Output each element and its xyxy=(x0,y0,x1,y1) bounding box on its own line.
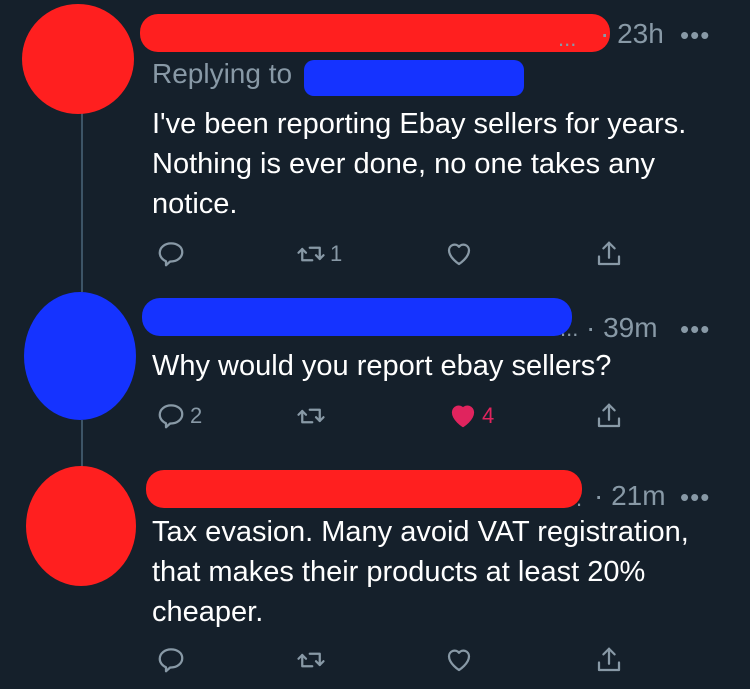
tweet-actions: 2 4 xyxy=(152,398,632,434)
retweet-icon xyxy=(297,652,325,668)
name-overflow-dots: ... xyxy=(560,316,579,341)
like-button[interactable] xyxy=(444,236,478,272)
like-icon-filled xyxy=(451,405,475,428)
reply-button[interactable] xyxy=(156,236,190,272)
like-icon xyxy=(447,243,471,266)
reply-count: 2 xyxy=(190,403,203,428)
retweet-button[interactable] xyxy=(296,642,330,678)
like-icon xyxy=(447,649,471,672)
like-button[interactable]: 4 xyxy=(448,398,494,434)
timestamp[interactable]: · 21m xyxy=(594,480,666,512)
reply-icon xyxy=(158,404,184,429)
share-icon xyxy=(597,403,621,428)
share-icon xyxy=(597,241,621,266)
more-icon[interactable]: ••• xyxy=(680,20,710,51)
avatar[interactable] xyxy=(24,292,136,420)
tweet-actions: 1 xyxy=(152,236,632,272)
avatar[interactable] xyxy=(26,466,136,586)
reply-button[interactable]: 2 xyxy=(156,398,202,434)
name-overflow-dots: ... xyxy=(558,26,577,51)
share-icon xyxy=(597,647,621,672)
retweet-icon xyxy=(297,246,325,262)
tweet-text: I've been reporting Ebay sellers for yea… xyxy=(152,108,687,220)
tweet[interactable]: ... · 39m ••• Why would you report ebay … xyxy=(0,290,750,450)
more-icon[interactable]: ••• xyxy=(680,314,710,345)
more-icon[interactable]: ••• xyxy=(680,482,710,513)
reply-button[interactable] xyxy=(156,642,190,678)
retweet-count: 1 xyxy=(330,241,343,266)
tweet-actions xyxy=(152,642,632,678)
retweet-button[interactable]: 1 xyxy=(296,236,342,272)
name-overflow-dots: . xyxy=(576,486,583,511)
share-button[interactable] xyxy=(594,642,624,678)
share-button[interactable] xyxy=(594,398,624,434)
redacted-display-name[interactable] xyxy=(140,14,610,52)
like-button[interactable] xyxy=(444,642,478,678)
tweet-text: Why would you report ebay sellers? xyxy=(152,350,612,382)
share-button[interactable] xyxy=(594,236,624,272)
timestamp[interactable]: · 39m xyxy=(586,312,658,344)
redacted-display-name[interactable] xyxy=(142,298,572,336)
retweet-icon xyxy=(297,408,325,424)
redacted-reply-handle[interactable] xyxy=(304,60,524,96)
replying-to-label: Replying to xyxy=(152,58,293,89)
reply-icon xyxy=(158,242,184,267)
tweet[interactable]: . · 21m ••• Tax evasion. Many avoid VAT … xyxy=(0,462,750,689)
retweet-button[interactable] xyxy=(296,398,330,434)
tweet[interactable]: ... · 23h ••• Replying to I've been repo… xyxy=(0,0,750,290)
like-count: 4 xyxy=(482,403,495,428)
tweet-text: Tax evasion. Many avoid VAT registration… xyxy=(152,516,689,628)
timestamp[interactable]: · 23h xyxy=(600,18,664,50)
avatar[interactable] xyxy=(22,4,134,114)
reply-icon xyxy=(158,648,184,673)
redacted-display-name[interactable] xyxy=(146,470,582,508)
